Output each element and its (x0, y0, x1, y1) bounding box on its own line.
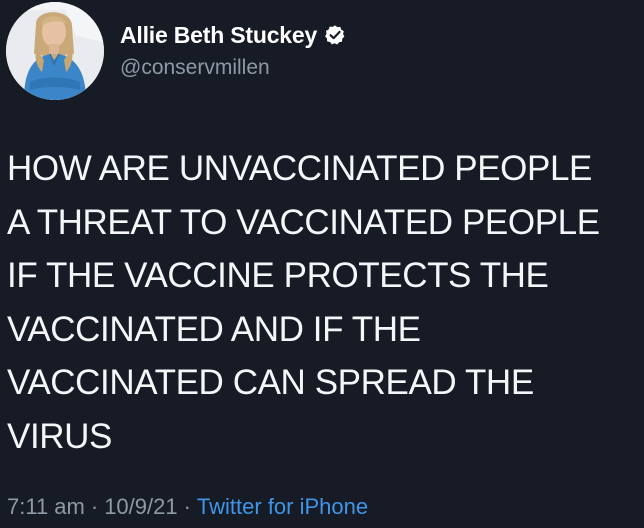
tweet-text-line: VACCINATED AND IF THE (7, 309, 421, 349)
tweet-metadata: 7:11 am · 10/9/21 · Twitter for iPhone (7, 494, 368, 520)
tweet-source-link[interactable]: Twitter for iPhone (197, 494, 368, 519)
tweet-text-line: IF THE VACCINE PROTECTS THE (7, 256, 549, 295)
meta-separator: · (183, 494, 191, 519)
display-name[interactable]: Allie Beth Stuckey (120, 22, 317, 49)
tweet-text-line: HOW ARE UNVACCINATED PEOPLE (7, 149, 592, 188)
author-name-row[interactable]: Allie Beth Stuckey (120, 20, 346, 50)
tweet-time[interactable]: 7:11 am (7, 494, 85, 519)
tweet-text: HOW ARE UNVACCINATED PEOPLE A THREAT TO … (7, 142, 641, 463)
avatar-photo (6, 2, 104, 100)
meta-separator: · (90, 494, 99, 519)
tweet-card: Allie Beth Stuckey @conservmillen HOW AR… (0, 0, 644, 528)
tweet-date[interactable]: 10/9/21 (104, 494, 177, 519)
verified-badge-icon (324, 24, 346, 46)
avatar[interactable] (6, 2, 104, 100)
tweet-text-line: VIRUS (7, 416, 112, 456)
username-handle[interactable]: @conservmillen (120, 56, 270, 80)
tweet-text-line: A THREAT TO VACCINATED PEOPLE (7, 202, 600, 242)
tweet-text-line: VACCINATED CAN SPREAD THE (7, 363, 534, 402)
